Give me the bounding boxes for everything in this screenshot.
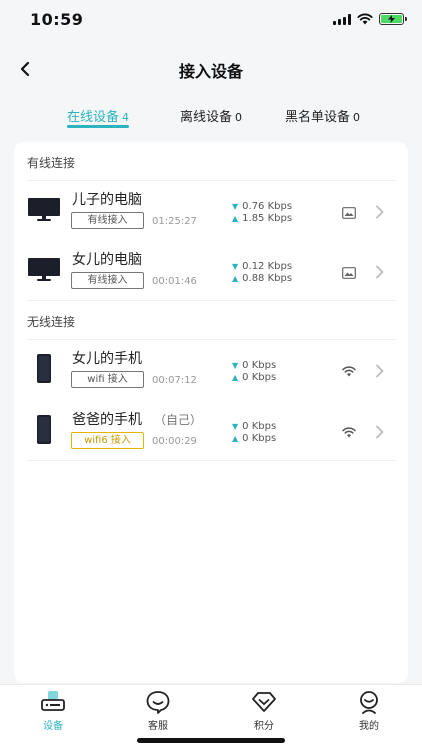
wifi-icon — [342, 366, 356, 377]
self-device-tag: （自己） — [154, 413, 203, 427]
arrow-down-icon: ▼ — [232, 422, 239, 431]
upload-speed: ▲ 1.85 Kbps — [232, 213, 293, 224]
device-status-tabs: 在线设备 4 离线设备 0 黑名单设备 0 — [0, 106, 422, 132]
online-duration: 01:25:27 — [152, 216, 197, 227]
phone-icon — [37, 354, 51, 383]
upload-speed: ▲ 0 Kbps — [232, 372, 277, 383]
device-name: 女儿的电脑 — [72, 252, 142, 268]
chat-icon — [146, 691, 170, 714]
picture-icon — [342, 207, 356, 219]
arrow-down-icon: ▼ — [232, 202, 239, 211]
arrow-down-icon: ▼ — [232, 361, 239, 370]
tab-label: 离线设备 — [180, 110, 233, 125]
device-name: 女儿的手机 — [72, 351, 142, 367]
download-speed: ▼ 0 Kbps — [232, 360, 277, 371]
wifi-status-icon — [357, 13, 373, 25]
desktop-icon — [28, 198, 60, 221]
device-list-card: 有线连接 儿子的电脑 有线接入 01:25:27 ▼ 0.76 Kbps ▲ 1.8… — [14, 142, 408, 683]
upload-speed: ▲ 0.88 Kbps — [232, 273, 293, 284]
download-speed: ▼ 0.12 Kbps — [232, 261, 293, 272]
device-name: 爸爸的手机 （自己） — [72, 412, 203, 428]
arrow-down-icon: ▼ — [232, 262, 239, 271]
phone-icon — [37, 415, 51, 444]
tab-label: 黑名单设备 — [285, 110, 351, 125]
tab-offline-devices[interactable]: 离线设备 0 — [180, 106, 242, 125]
profile-icon — [360, 691, 378, 714]
upload-speed: ▲ 0 Kbps — [232, 433, 277, 444]
device-row[interactable]: 爸爸的手机 （自己） wifi6 接入 00:00:29 ▼ 0 Kbps ▲ 0 K… — [14, 404, 408, 460]
page-title: 接入设备 — [178, 62, 243, 81]
status-bar: 10:59 — [0, 0, 422, 44]
connection-type-badge: 有线接入 — [71, 272, 144, 289]
active-tab-indicator — [67, 125, 130, 128]
tab-label: 我的 — [359, 721, 379, 732]
tab-count: 0 — [353, 111, 361, 124]
navigation-bar: 接入设备 — [0, 50, 422, 88]
battery-icon — [379, 13, 407, 25]
tab-label: 设备 — [43, 721, 63, 732]
tab-profile[interactable]: 我的 — [339, 689, 399, 732]
home-indicator — [137, 738, 285, 743]
connection-type-badge: wifi6 接入 — [71, 432, 144, 449]
arrow-up-icon: ▲ — [232, 214, 239, 223]
device-row[interactable]: 儿子的电脑 有线接入 01:25:27 ▼ 0.76 Kbps ▲ 1.85 Kbp… — [14, 184, 408, 240]
chevron-right-icon — [376, 425, 384, 439]
tab-blacklist-devices[interactable]: 黑名单设备 0 — [285, 106, 360, 125]
device-name: 儿子的电脑 — [72, 192, 142, 208]
diamond-icon — [252, 692, 276, 712]
connection-type-badge: wifi 接入 — [71, 371, 144, 388]
tab-label: 在线设备 — [67, 110, 120, 125]
device-row[interactable]: 女儿的电脑 有线接入 00:01:46 ▼ 0.12 Kbps ▲ 0.88 Kbp… — [14, 244, 408, 300]
desktop-icon — [28, 258, 60, 281]
cellular-signal-icon — [333, 13, 351, 25]
device-row[interactable]: 女儿的手机 wifi 接入 00:07:12 ▼ 0 Kbps ▲ 0 Kbps — [14, 343, 408, 399]
tab-devices[interactable]: 设备 — [23, 689, 83, 732]
online-duration: 00:00:29 — [152, 436, 197, 447]
status-icons — [333, 13, 407, 25]
wifi-icon — [342, 427, 356, 438]
divider — [27, 460, 395, 461]
tab-count: 4 — [122, 111, 130, 124]
section-title-wired: 有线连接 — [27, 156, 76, 170]
chevron-right-icon — [376, 265, 384, 279]
tab-points[interactable]: 积分 — [234, 689, 294, 732]
download-speed: ▼ 0.76 Kbps — [232, 201, 293, 212]
divider — [27, 180, 395, 181]
arrow-up-icon: ▲ — [232, 373, 239, 382]
divider — [27, 339, 395, 340]
download-speed: ▼ 0 Kbps — [232, 421, 277, 432]
router-icon — [41, 691, 65, 711]
tab-online-devices[interactable]: 在线设备 4 — [67, 106, 130, 128]
chevron-right-icon — [376, 205, 384, 219]
online-duration: 00:01:46 — [152, 276, 197, 287]
status-time: 10:59 — [30, 10, 84, 29]
chevron-right-icon — [376, 364, 384, 378]
tab-count: 0 — [235, 111, 243, 124]
arrow-up-icon: ▲ — [232, 274, 239, 283]
connection-type-badge: 有线接入 — [71, 212, 144, 229]
online-duration: 00:07:12 — [152, 375, 197, 386]
divider — [27, 300, 395, 301]
arrow-up-icon: ▲ — [232, 434, 239, 443]
section-title-wireless: 无线连接 — [27, 315, 76, 329]
tab-label: 客服 — [148, 721, 168, 732]
tab-customer-service[interactable]: 客服 — [128, 689, 188, 732]
tab-label: 积分 — [254, 721, 274, 732]
picture-icon — [342, 267, 356, 279]
